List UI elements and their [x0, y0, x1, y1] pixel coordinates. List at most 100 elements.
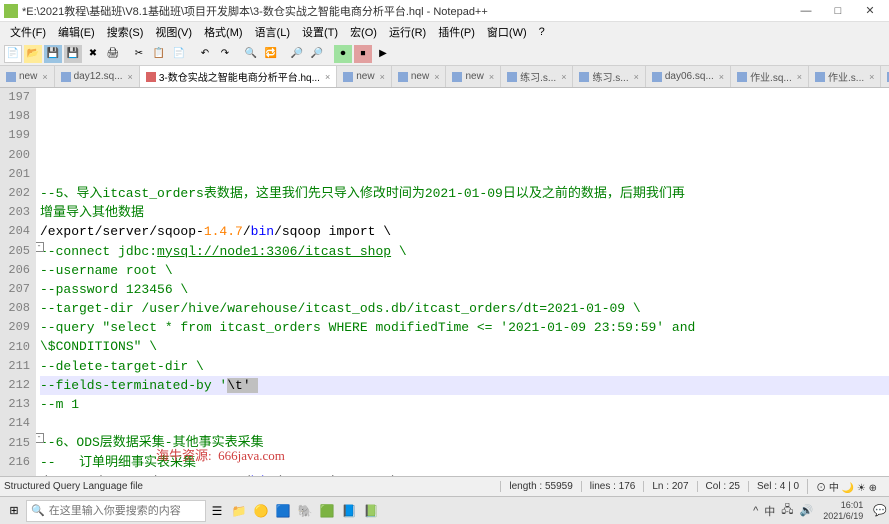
- tab-icon: [343, 72, 353, 82]
- menu-item[interactable]: 视图(V): [149, 22, 198, 42]
- file-tab[interactable]: 3-数仓实战之智能电商分析平台.hq...×: [140, 66, 337, 87]
- paste-button[interactable]: 📄: [170, 45, 188, 63]
- chrome-icon[interactable]: 🟡: [250, 500, 272, 522]
- file-tab[interactable]: new×: [881, 66, 889, 87]
- tab-close-icon[interactable]: ×: [42, 72, 47, 82]
- line-number: 207: [0, 280, 30, 299]
- file-tab[interactable]: day12.sq...×: [55, 66, 140, 87]
- taskbar-search[interactable]: 🔍: [26, 500, 206, 522]
- menu-item[interactable]: 窗口(W): [481, 22, 533, 42]
- menu-item[interactable]: ?: [533, 24, 551, 40]
- fold-icon[interactable]: -: [36, 433, 44, 443]
- code-line[interactable]: --m 1: [40, 395, 889, 414]
- tab-close-icon[interactable]: ×: [719, 72, 724, 82]
- file-tab[interactable]: 练习.s...×: [573, 66, 645, 87]
- network-icon[interactable]: 🖧: [781, 501, 793, 520]
- app-icon-1[interactable]: 🟦: [272, 500, 294, 522]
- cut-button[interactable]: ✂: [130, 45, 148, 63]
- code-line[interactable]: [40, 146, 889, 165]
- status-extra-icons[interactable]: ⊙ 中 🌙 ☀ ⊕: [807, 479, 885, 494]
- search-input[interactable]: [49, 505, 201, 517]
- menu-item[interactable]: 搜索(S): [101, 22, 150, 42]
- tab-close-icon[interactable]: ×: [634, 72, 639, 82]
- stop-macro-button[interactable]: ⏹: [354, 45, 372, 63]
- record-macro-button[interactable]: ⏺: [334, 45, 352, 63]
- tab-close-icon[interactable]: ×: [128, 72, 133, 82]
- menu-item[interactable]: 运行(R): [383, 22, 432, 42]
- code-line[interactable]: --password 123456 \: [40, 280, 889, 299]
- save-all-button[interactable]: 💾: [64, 45, 82, 63]
- file-tab[interactable]: 作业.s... ×: [809, 66, 881, 87]
- save-button[interactable]: 💾: [44, 45, 62, 63]
- code-line[interactable]: ---connect jdbc:mysql://node1:3306/itcas…: [40, 242, 889, 261]
- file-tab[interactable]: 练习.s...×: [501, 66, 573, 87]
- tray-up-icon[interactable]: ^: [753, 505, 758, 517]
- tab-close-icon[interactable]: ×: [869, 72, 874, 82]
- explorer-icon[interactable]: 📁: [228, 500, 250, 522]
- ime-indicator[interactable]: 中: [764, 503, 775, 519]
- menu-item[interactable]: 编辑(E): [52, 22, 101, 42]
- menu-item[interactable]: 文件(F): [4, 22, 52, 42]
- menu-item[interactable]: 设置(T): [296, 22, 344, 42]
- zoom-in-button[interactable]: 🔎: [288, 45, 306, 63]
- file-tab[interactable]: 作业.sq...×: [731, 66, 809, 87]
- task-view-icon[interactable]: ☰: [206, 500, 228, 522]
- file-tab[interactable]: new×: [337, 66, 392, 87]
- copy-button[interactable]: 📋: [150, 45, 168, 63]
- notifications-icon[interactable]: 💬: [873, 504, 887, 517]
- tab-close-icon[interactable]: ×: [325, 72, 330, 82]
- code-line[interactable]: --5、导入itcast_orders表数据，这里我们先只导入修改时间为2021…: [40, 184, 889, 203]
- code-line[interactable]: --target-dir /user/hive/warehouse/itcast…: [40, 299, 889, 318]
- code-line[interactable]: --fields-terminated-by '\t': [40, 376, 889, 395]
- code-line[interactable]: --delete-target-dir \: [40, 357, 889, 376]
- close-file-button[interactable]: ✖: [84, 45, 102, 63]
- file-tab[interactable]: new×: [446, 66, 501, 87]
- tab-close-icon[interactable]: ×: [380, 72, 385, 82]
- notepadpp-icon[interactable]: 📗: [360, 500, 382, 522]
- app-icon-3[interactable]: 🟩: [316, 500, 338, 522]
- line-number: 214: [0, 414, 30, 433]
- undo-button[interactable]: ↶: [196, 45, 214, 63]
- new-file-button[interactable]: 📄: [4, 45, 22, 63]
- file-tab[interactable]: new×: [0, 66, 55, 87]
- code-line[interactable]: --username root \: [40, 261, 889, 280]
- close-button[interactable]: ✕: [855, 1, 885, 21]
- minimize-button[interactable]: —: [791, 1, 821, 21]
- code-line[interactable]: /export/server/sqoop-1.4.7/bin/sqoop imp…: [40, 222, 889, 241]
- code-line[interactable]: 增量导入其他数据: [40, 203, 889, 222]
- code-line[interactable]: -- 订单明细事实表采集: [40, 453, 889, 472]
- maximize-button[interactable]: □: [823, 1, 853, 21]
- menu-item[interactable]: 格式(M): [198, 22, 249, 42]
- find-button[interactable]: 🔍: [242, 45, 260, 63]
- tab-label: 作业.s...: [828, 69, 864, 84]
- code-line[interactable]: \$CONDITIONS" \: [40, 337, 889, 356]
- code-line[interactable]: [40, 414, 889, 433]
- menu-item[interactable]: 语言(L): [249, 22, 296, 42]
- open-file-button[interactable]: 📂: [24, 45, 42, 63]
- clock[interactable]: 16:01 2021/6/19: [819, 500, 867, 522]
- tab-close-icon[interactable]: ×: [561, 72, 566, 82]
- start-button[interactable]: ⊞: [2, 499, 26, 523]
- code-line[interactable]: ---6、ODS层数据采集-其他事实表采集: [40, 433, 889, 452]
- line-number: 205: [0, 242, 30, 261]
- app-icon-4[interactable]: 📘: [338, 500, 360, 522]
- zoom-out-button[interactable]: 🔎: [308, 45, 326, 63]
- print-button[interactable]: 🖨: [104, 45, 122, 63]
- menu-item[interactable]: 宏(O): [344, 22, 383, 42]
- code-line[interactable]: [40, 165, 889, 184]
- replace-button[interactable]: 🔁: [262, 45, 280, 63]
- volume-icon[interactable]: 🔊: [800, 504, 814, 517]
- fold-icon[interactable]: -: [36, 242, 44, 252]
- menu-item[interactable]: 插件(P): [432, 22, 481, 42]
- code-line[interactable]: /export/server/sqoop-1.4.7/bin/sqoop imp…: [40, 472, 889, 476]
- app-icon-2[interactable]: 🐘: [294, 500, 316, 522]
- tab-close-icon[interactable]: ×: [797, 72, 802, 82]
- redo-button[interactable]: ↷: [216, 45, 234, 63]
- play-macro-button[interactable]: ▶: [374, 45, 392, 63]
- file-tab[interactable]: day06.sq...×: [646, 66, 731, 87]
- file-tab[interactable]: new×: [392, 66, 447, 87]
- tab-close-icon[interactable]: ×: [489, 72, 494, 82]
- code-line[interactable]: --query "select * from itcast_orders WHE…: [40, 318, 889, 337]
- code-area[interactable]: 海牛资源: 666java.com --5、导入itcast_orders表数据…: [36, 88, 889, 476]
- tab-close-icon[interactable]: ×: [434, 72, 439, 82]
